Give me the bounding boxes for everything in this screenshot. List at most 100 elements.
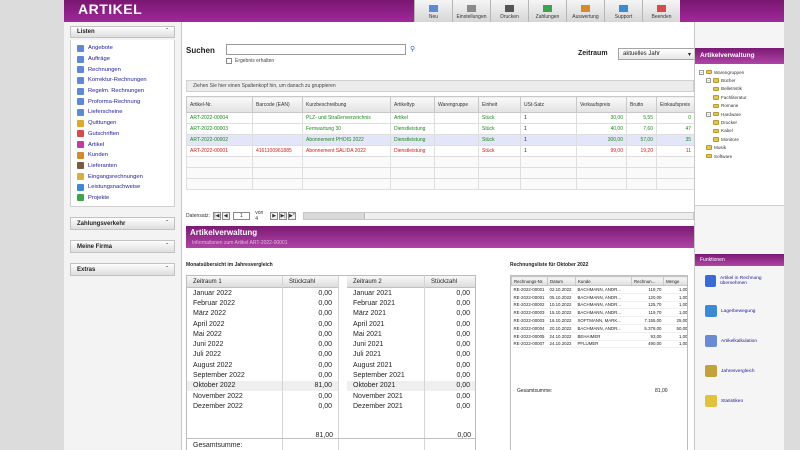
column-header[interactable]: Kunde xyxy=(575,276,632,286)
sidebar-item-angebote[interactable]: Angebote xyxy=(71,43,174,54)
action-item[interactable]: Artikelkalkulation xyxy=(695,326,784,356)
column-header[interactable]: Menge xyxy=(663,276,687,286)
tree-node[interactable]: Software xyxy=(699,152,780,160)
toolbar-payments-button[interactable]: Zahlungen xyxy=(528,0,566,22)
sidebar-item-leistungsnachweise[interactable]: Leistungsnachweise xyxy=(71,182,174,193)
table-row[interactable]: ART-2022-00002 Abonnement PHOIS 2022 Diens… xyxy=(186,134,695,146)
grid-horizontal-scrollbar[interactable] xyxy=(302,212,694,220)
tree-node[interactable]: Monitore xyxy=(699,135,780,143)
table-row[interactable]: RE-2022-00005 24.10.2022 BEHAIMER 93,00 1,00 xyxy=(511,332,687,341)
column-header[interactable]: Kurzbeschreibung xyxy=(302,96,391,113)
sidebar-item-lieferanten[interactable]: Lieferanten xyxy=(71,161,174,172)
table-cell xyxy=(252,123,303,135)
folder-icon xyxy=(713,86,719,92)
first-record-button[interactable]: |◀ xyxy=(212,212,221,220)
action-item[interactable]: Lagerbewegung xyxy=(695,296,784,326)
sidebar-item-proforma-rechnung[interactable]: Proforma-Rechnung xyxy=(71,96,174,107)
collapse-toggle-icon[interactable]: − xyxy=(706,78,711,84)
sidebar-item-kunden[interactable]: Kunden xyxy=(71,150,174,161)
column-header[interactable]: Datum xyxy=(547,276,576,286)
toolbar-support-button[interactable]: Support xyxy=(604,0,642,22)
zeitraum-select[interactable]: aktuelles Jahr ▾ xyxy=(618,48,696,60)
table-cell xyxy=(434,178,479,190)
action-item[interactable]: Artikel in Rechnung übernehmen xyxy=(695,266,784,296)
table-row[interactable]: RE-2022-00001 02.10.2022 BACHMANN, ANDR...… xyxy=(511,285,687,294)
sidebar-item-projekte[interactable]: Projekte xyxy=(71,193,174,204)
sidebar-section-company[interactable]: Meine Firma ˇ xyxy=(70,240,175,254)
column-header[interactable]: Verkaufspreis xyxy=(576,96,627,113)
table-cell: 10.10.2022 xyxy=(547,301,576,310)
tree-node[interactable]: Drucker xyxy=(699,118,780,126)
monthly-column-header[interactable]: Stückzahl xyxy=(283,276,338,288)
collapse-toggle-icon[interactable]: − xyxy=(699,69,704,75)
toolbar-new-button[interactable]: Neu xyxy=(414,0,452,22)
sidebar-item-rechnungen[interactable]: Rechnungen xyxy=(71,64,174,75)
column-header[interactable]: Rechnun... xyxy=(631,276,664,286)
sidebar-item-eingangsrechnungen[interactable]: Eingangsrechnungen xyxy=(71,171,174,182)
column-header[interactable]: Barcode (EAN) xyxy=(252,96,303,113)
collapse-toggle-icon[interactable]: − xyxy=(706,111,711,117)
background-right xyxy=(784,0,800,450)
sidebar-section-payments[interactable]: Zahlungsverkehr ˇ xyxy=(70,217,175,231)
prev-record-button[interactable]: ◀ xyxy=(221,212,230,220)
column-header[interactable]: Brutto xyxy=(626,96,657,113)
sidebar-item-artikel[interactable]: Artikel xyxy=(71,139,174,150)
table-row[interactable]: ART-2022-00004 PLZ- und Straßenverzeichni… xyxy=(186,112,695,124)
table-cell: RE-2022-00003 xyxy=(511,308,548,318)
last-record-button[interactable]: ▶| xyxy=(279,212,287,220)
sidebar-item-aufträge[interactable]: Aufträge xyxy=(71,54,174,65)
sidebar-item-quittungen[interactable]: Quittungen xyxy=(71,118,174,129)
new-record-button[interactable]: ▶* xyxy=(287,212,296,220)
monthly-column: Zeitraum 2 Januar 2021 Februar 2021 März 20… xyxy=(347,276,425,450)
tree-node[interactable]: Musik xyxy=(699,144,780,152)
column-header[interactable]: Einkaufspreis xyxy=(656,96,695,113)
column-header[interactable]: Einheit xyxy=(478,96,521,113)
tree-node[interactable]: Belletristik xyxy=(699,85,780,93)
tree-node[interactable]: − Bücher xyxy=(699,76,780,84)
monthly-cell: 0,00 xyxy=(318,289,332,297)
tree-node[interactable]: Kabel xyxy=(699,127,780,135)
monthly-cell: Februar 2021 xyxy=(353,299,396,307)
table-row[interactable]: RE-2022-00007 24.10.2022 PFLUMER 490,00 1,00 xyxy=(511,340,687,349)
tree-node[interactable]: − Hardware xyxy=(699,110,780,118)
table-row[interactable]: RE-2022-00003 15.10.2022 BACHMANN, ANDR...… xyxy=(511,308,687,318)
sidebar-item-regelm-rechnungen[interactable]: Regelm. Rechnungen xyxy=(71,86,174,97)
column-header[interactable]: USt-Satz xyxy=(520,96,577,113)
keep-results-checkbox[interactable]: Ergebnis erhalten xyxy=(226,58,274,64)
column-header[interactable]: Rechnungs-Nr. xyxy=(511,276,548,286)
monthly-column-header[interactable]: Zeitraum 1 xyxy=(187,276,282,288)
search-input[interactable] xyxy=(226,44,406,55)
sidebar-section-extras[interactable]: Extras ˇ xyxy=(70,263,175,277)
table-row[interactable]: RE-2022-00001 05.10.2022 BACHMANN, ANDR...… xyxy=(511,293,687,302)
record-current-input[interactable]: 1 xyxy=(232,212,251,220)
tree-node[interactable]: Fachliteratur xyxy=(699,93,780,101)
monthly-column-header[interactable]: Stückzahl xyxy=(425,276,475,288)
table-row[interactable]: ART-2022-00003 Fernwartung 30 Dienstleistu… xyxy=(186,123,695,135)
toolbar-exit-button[interactable]: Beenden xyxy=(642,0,680,22)
tree-node[interactable]: Romane xyxy=(699,102,780,110)
toolbar-settings-button[interactable]: Einstellungen xyxy=(452,0,490,22)
table-row[interactable]: ART-2022-00001 4161100961885 Abonnement SA… xyxy=(186,145,695,157)
next-record-button[interactable]: ▶ xyxy=(270,212,279,220)
tree-node[interactable]: − Warengruppen xyxy=(699,68,780,76)
action-item[interactable]: Jahresvergleich xyxy=(695,356,784,386)
toolbar-analysis-button[interactable]: Auswertung xyxy=(566,0,604,22)
sidebar-item-lieferscheine[interactable]: Lieferscheine xyxy=(71,107,174,118)
group-hint-bar[interactable]: Ziehen Sie hier einen Spaltenkopf hin, u… xyxy=(186,80,694,92)
search-icon[interactable]: ⚲ xyxy=(410,45,415,53)
table-row[interactable]: RE-2022-00004 20.10.2022 BACHMANN, ANDR...… xyxy=(511,324,687,333)
table-row[interactable]: RE-2022-00002 10.10.2022 BACHMANN, ANDR...… xyxy=(511,301,687,310)
monthly-column-header[interactable]: Zeitraum 2 xyxy=(347,276,424,288)
monthly-cell: 0,00 xyxy=(318,351,332,359)
toolbar-print-button[interactable]: Drucken xyxy=(490,0,528,22)
column-header[interactable]: Artikel-Nr. xyxy=(186,96,253,113)
sidebar-lists-header[interactable]: Listen ˆ xyxy=(70,26,175,38)
action-item[interactable]: Statistiken xyxy=(695,386,784,416)
tree-node-label: Musik xyxy=(714,145,726,151)
table-cell xyxy=(302,178,391,190)
table-row[interactable]: RE-2022-00003 16.10.2022 SOFTMANN, MARK...… xyxy=(511,316,687,325)
sidebar-item-gutschriften[interactable]: Gutschriften xyxy=(71,129,174,140)
sidebar-item-korrektur-rechnungen[interactable]: Korrektur-Rechnungen xyxy=(71,75,174,86)
column-header[interactable]: Artikeltyp xyxy=(390,96,435,113)
column-header[interactable]: Warengruppe xyxy=(434,96,479,113)
